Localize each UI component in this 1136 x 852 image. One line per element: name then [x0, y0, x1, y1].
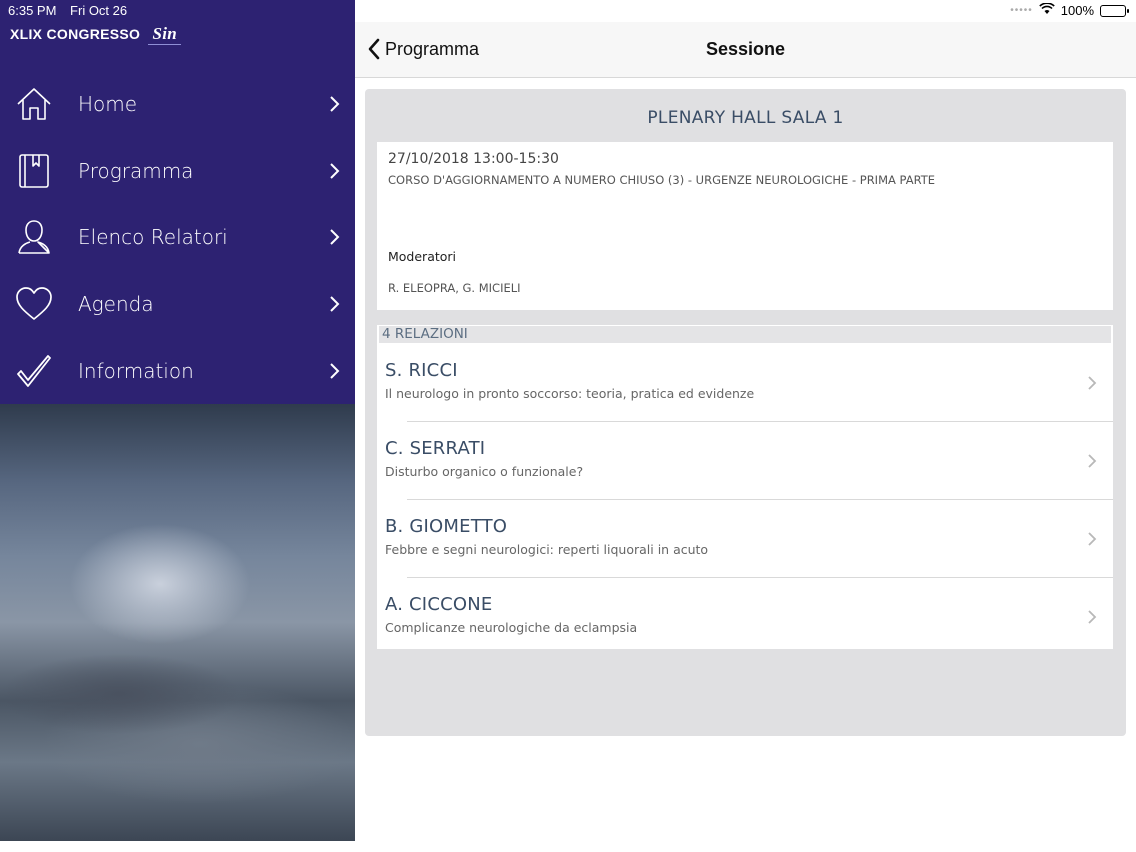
navigation-bar: Programma Sessione — [355, 22, 1136, 78]
sidebar: 6:35 PM Fri Oct 26 XLIX CONGRESSO Sin Ho… — [0, 0, 355, 841]
moderators-label: Moderatori — [388, 249, 457, 264]
list-item[interactable]: A. CICCONE Complicanze neurologiche da e… — [377, 578, 1113, 656]
moderators-names: R. ELEOPRA, G. MICIELI — [388, 281, 521, 295]
sidebar-item-label: Information — [78, 358, 194, 383]
session-content: PLENARY HALL SALA 1 27/10/2018 13:00-15:… — [365, 89, 1126, 736]
talk-topic: Disturbo organico o funzionale? — [385, 464, 584, 479]
sidebar-item-label: Elenco Relatori — [78, 225, 228, 250]
relazioni-list: 4 RELAZIONI S. RICCI Il neurologo in pro… — [377, 325, 1113, 649]
speaker-name: C. SERRATI — [385, 438, 486, 459]
heart-icon — [15, 285, 53, 323]
brand-logo-header: XLIX CONGRESSO Sin — [10, 24, 181, 45]
app-screen: 6:35 PM Fri Oct 26 XLIX CONGRESSO Sin Ho… — [0, 0, 1136, 852]
page-title: Sessione — [705, 39, 786, 59]
book-icon — [15, 152, 53, 190]
brand-title: XLIX CONGRESSO — [10, 26, 141, 42]
status-time: 6:35 PM — [8, 3, 57, 18]
chevron-right-icon — [327, 362, 341, 380]
chevron-right-icon — [1088, 376, 1097, 390]
chevron-right-icon — [1088, 454, 1097, 468]
battery-percent: 100% — [1060, 3, 1094, 18]
sidebar-item-elenco-relatori[interactable]: Elenco Relatori — [0, 204, 355, 271]
hall-title: PLENARY HALL SALA 1 — [647, 108, 844, 128]
relazioni-header: 4 RELAZIONI — [379, 326, 1111, 343]
session-datetime: 27/10/2018 13:00-15:30 — [388, 151, 559, 167]
sidebar-item-information[interactable]: Information — [0, 337, 355, 404]
sidebar-item-home[interactable]: Home — [0, 71, 355, 138]
sidebar-item-agenda[interactable]: Agenda — [0, 271, 355, 338]
chevron-right-icon — [327, 295, 341, 313]
talk-topic: Febbre e segni neurologici: reperti liqu… — [385, 542, 709, 557]
list-item[interactable]: S. RICCI Il neurologo in pronto soccorso… — [377, 344, 1113, 422]
list-item[interactable]: B. GIOMETTO Febbre e segni neurologici: … — [377, 500, 1113, 578]
list-item[interactable]: C. SERRATI Disturbo organico o funzional… — [377, 422, 1113, 500]
chevron-right-icon — [327, 162, 341, 180]
sidebar-item-label: Home — [78, 92, 138, 117]
brand-logo: Sin — [148, 24, 181, 45]
status-bar-left: 6:35 PM Fri Oct 26 — [8, 3, 137, 18]
status-date: Fri Oct 26 — [70, 3, 128, 18]
speaker-name: S. RICCI — [385, 360, 458, 381]
person-icon — [15, 218, 53, 256]
talk-topic: Il neurologo in pronto soccorso: teoria,… — [385, 386, 755, 401]
sidebar-menu: Home Programma Elenco Relatori Agenda In… — [0, 71, 355, 404]
home-icon — [15, 85, 53, 123]
battery-icon — [1100, 4, 1129, 17]
check-icon — [15, 352, 53, 390]
chevron-right-icon — [327, 228, 341, 246]
session-title: CORSO D'AGGIORNAMENTO A NUMERO CHIUSO (3… — [388, 173, 936, 187]
speaker-name: B. GIOMETTO — [385, 516, 508, 537]
sidebar-item-programma[interactable]: Programma — [0, 138, 355, 205]
sidebar-item-label: Programma — [78, 158, 194, 183]
wifi-icon — [1039, 2, 1055, 18]
chevron-right-icon — [1088, 532, 1097, 546]
main-panel: ••••• 100% Programma Sessione PLENARY HA… — [355, 0, 1136, 852]
chevron-right-icon — [327, 95, 341, 113]
chevron-right-icon — [1088, 610, 1097, 624]
talk-topic: Complicanze neurologiche da eclampsia — [385, 620, 638, 635]
speaker-name: A. CICCONE — [385, 594, 493, 615]
session-info-card: 27/10/2018 13:00-15:30 CORSO D'AGGIORNAM… — [377, 142, 1113, 310]
status-bar-right: ••••• 100% — [1010, 2, 1129, 18]
background-photo — [0, 404, 355, 841]
signal-dots-icon: ••••• — [1010, 5, 1033, 16]
sidebar-item-label: Agenda — [78, 292, 154, 317]
